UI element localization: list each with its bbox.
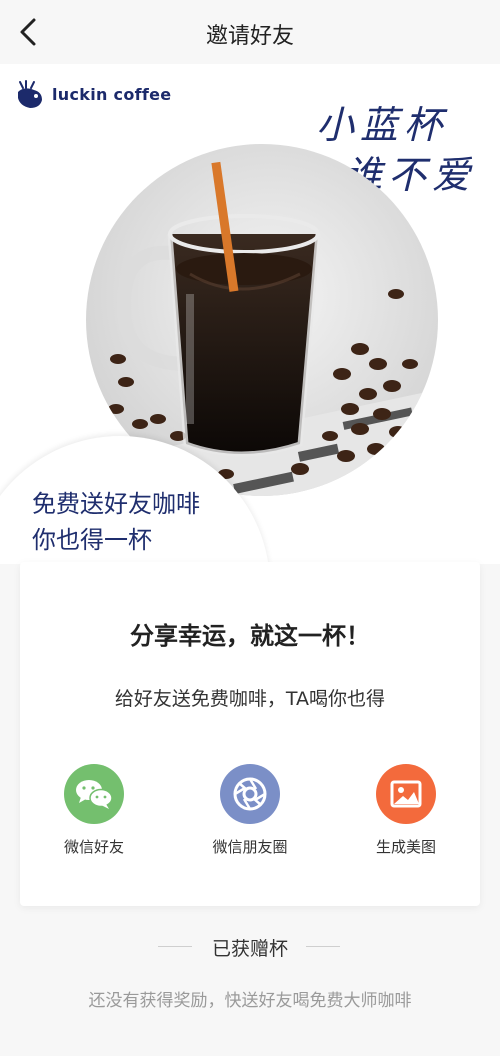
share-card-subtitle: 给好友送免费咖啡，TA喝你也得: [114, 688, 386, 710]
share-wechat-friends-button[interactable]: 微信好友: [34, 764, 154, 857]
share-card: 分享幸运，就这一杯！ 给好友送免费咖啡，TA喝你也得 微信好友 微信朋友圈 生成…: [20, 562, 480, 906]
share-wechat-friends-label: 微信好友: [63, 838, 124, 856]
share-card-title: 分享幸运，就这一杯！: [130, 622, 370, 650]
wechat-icon: [64, 764, 124, 824]
generate-image-label: 生成美图: [375, 838, 436, 856]
share-moments-label: 微信朋友圈: [212, 838, 288, 856]
moments-icon: [220, 764, 280, 824]
page-title: 邀请好友: [205, 24, 294, 49]
rewards-empty-text: 还没有获得奖励，快送好友喝免费大师咖啡: [88, 991, 412, 1011]
divider-line-right: [306, 946, 340, 947]
promo-line-1: 免费送好友咖啡: [32, 490, 200, 518]
rewards-heading: 已获赠杯: [0, 934, 500, 961]
top-navigation-bar: 邀请好友: [0, 0, 500, 64]
divider-line-left: [158, 946, 192, 947]
hero-banner: luckin coffee 小蓝杯 谁不爱 免费送好友咖啡 你也得一杯: [0, 64, 500, 564]
promo-line-2: 你也得一杯: [32, 526, 152, 554]
rewards-heading-text: 已获赠杯: [211, 938, 288, 960]
generate-image-button[interactable]: 生成美图: [346, 764, 466, 857]
share-moments-button[interactable]: 微信朋友圈: [190, 764, 310, 857]
image-icon: [376, 764, 436, 824]
